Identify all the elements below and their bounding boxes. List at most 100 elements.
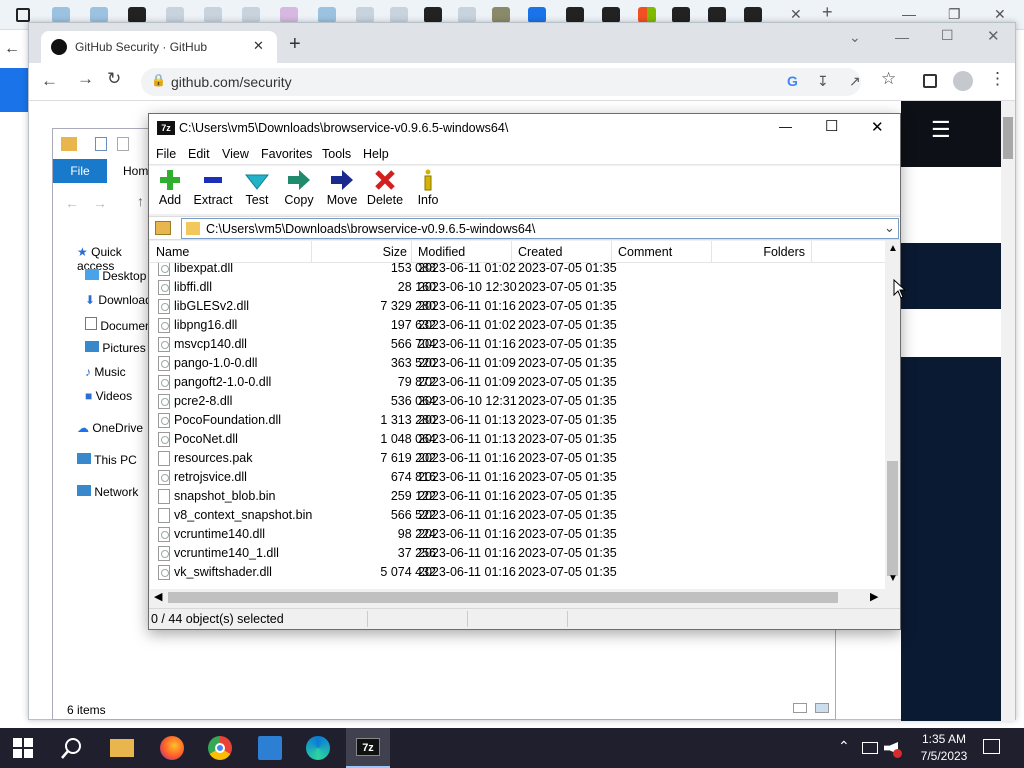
chrome-scrollbar-thumb[interactable] bbox=[1003, 117, 1013, 159]
tab-favicon-icon[interactable] bbox=[166, 7, 184, 23]
chrome-tab-close-icon[interactable]: ✕ bbox=[253, 38, 264, 54]
nav-item-music[interactable]: ♪ Music bbox=[85, 365, 126, 379]
file-row[interactable]: msvcp140.dll 566 704 2023-06-11 01:16 2023-… bbox=[150, 335, 885, 354]
back-arrow-icon[interactable]: ← bbox=[41, 71, 58, 91]
lock-icon[interactable]: 🔒 bbox=[151, 73, 166, 87]
7zip-maximize-icon[interactable]: ☐ bbox=[825, 117, 838, 135]
path-combobox[interactable]: C:\Users\vm5\Downloads\browservice-v0.9.… bbox=[181, 218, 899, 239]
reload-icon[interactable]: ↻ bbox=[107, 69, 121, 89]
file-row[interactable]: v8_context_snapshot.bin 566 522 2023-06-11… bbox=[150, 506, 885, 525]
notifications-icon[interactable] bbox=[983, 739, 1000, 754]
tab-favicon-icon[interactable] bbox=[424, 7, 442, 23]
nav-item-videos[interactable]: ■ Videos bbox=[85, 389, 132, 403]
path-dropdown-icon[interactable]: ⌄ bbox=[884, 220, 895, 236]
tab-favicon-icon[interactable] bbox=[128, 7, 146, 23]
chrome-tab-github-security[interactable]: GitHub Security · GitHub ✕ bbox=[41, 31, 277, 63]
taskbar-clock[interactable]: 1:35 AM 7/5/2023 bbox=[904, 731, 984, 765]
tab-favicon-icon[interactable] bbox=[280, 7, 298, 23]
copy-button[interactable]: Copy bbox=[276, 168, 322, 212]
path-text[interactable]: C:\Users\vm5\Downloads\browservice-v0.9.… bbox=[206, 222, 535, 236]
7zip-close-icon[interactable]: ✕ bbox=[871, 118, 884, 136]
tab-favicon-icon[interactable] bbox=[528, 7, 546, 23]
file-row[interactable]: retrojsvice.dll 674 816 2023-06-11 01:16 20… bbox=[150, 468, 885, 487]
menu-tools[interactable]: Tools bbox=[322, 147, 351, 161]
chrome-icon[interactable] bbox=[208, 736, 232, 760]
network-tray-icon[interactable] bbox=[862, 742, 878, 754]
tab-favicon-icon[interactable] bbox=[318, 7, 336, 23]
chrome-new-tab-icon[interactable]: + bbox=[289, 33, 301, 56]
share-icon[interactable]: ↗ bbox=[849, 73, 861, 90]
tab-favicon-icon[interactable] bbox=[492, 7, 510, 23]
file-row[interactable]: pcre2-8.dll 536 064 2023-06-10 12:31 2023-0… bbox=[150, 392, 885, 411]
tab-favicon-icon[interactable] bbox=[242, 7, 260, 23]
file-row[interactable]: libffi.dll 28 160 2023-06-10 12:30 2023-07-… bbox=[150, 278, 885, 297]
7zip-titlebar[interactable]: 7z C:\Users\vm5\Downloads\browservice-v0… bbox=[149, 114, 900, 144]
add-button[interactable]: Add bbox=[147, 168, 193, 212]
move-button[interactable]: Move bbox=[319, 168, 365, 212]
outer-new-tab-icon[interactable]: + bbox=[822, 2, 833, 23]
github-hamburger-icon[interactable]: ☰ bbox=[931, 117, 951, 143]
menu-favorites[interactable]: Favorites bbox=[261, 147, 312, 161]
install-app-icon[interactable]: ↧ bbox=[817, 73, 829, 90]
chrome-tab-search-icon[interactable]: ⌄ bbox=[849, 29, 861, 46]
delete-button[interactable]: Delete bbox=[362, 168, 408, 212]
tab-favicon-icon[interactable] bbox=[708, 7, 726, 23]
outer-minimize-icon[interactable]: — bbox=[902, 6, 916, 22]
scroll-right-icon[interactable]: ▶ bbox=[870, 590, 878, 603]
file-row[interactable]: snapshot_blob.bin 259 122 2023-06-11 01:16… bbox=[150, 487, 885, 506]
nav-item-desktop[interactable]: Desktop bbox=[85, 269, 146, 283]
profile-avatar-icon[interactable] bbox=[953, 71, 973, 91]
tab-favicon-icon[interactable] bbox=[458, 7, 476, 23]
scroll-left-icon[interactable]: ◀ bbox=[154, 590, 162, 603]
file-list[interactable]: libexpat.dll 153 088 2023-06-11 01:02 2023-… bbox=[150, 241, 899, 589]
side-panel-icon[interactable] bbox=[923, 74, 937, 88]
omnibox-url[interactable]: github.com/security bbox=[171, 74, 292, 90]
column-comment[interactable]: Comment bbox=[612, 241, 712, 263]
file-list-horizontal-scrollbar[interactable]: ◀ ▶ bbox=[150, 589, 899, 606]
search-icon[interactable] bbox=[60, 736, 84, 760]
edge-icon[interactable] bbox=[306, 736, 330, 760]
file-row[interactable]: libGLESv2.dll 7 329 280 2023-06-11 01:16 20… bbox=[150, 297, 885, 316]
outer-tab-close-icon[interactable]: ✕ bbox=[790, 6, 802, 23]
details-view-icon[interactable] bbox=[793, 703, 807, 713]
info-button[interactable]: Info bbox=[405, 168, 451, 212]
file-row[interactable]: vcruntime140_1.dll 37 256 2023-06-11 01:16… bbox=[150, 544, 885, 563]
tab-favicon-icon[interactable] bbox=[638, 7, 656, 23]
file-row[interactable]: PocoFoundation.dll 1 313 280 2023-06-11 01… bbox=[150, 411, 885, 430]
explorer-file-tab[interactable]: File bbox=[53, 159, 107, 183]
tab-actions-icon[interactable] bbox=[16, 8, 30, 22]
7zip-minimize-icon[interactable]: — bbox=[779, 119, 792, 134]
tab-favicon-icon[interactable] bbox=[602, 7, 620, 23]
tray-chevron-up-icon[interactable]: ⌃ bbox=[838, 738, 850, 755]
taskbar-7zip-active[interactable]: 7z bbox=[346, 728, 390, 768]
nav-item-pictures[interactable]: Pictures bbox=[85, 341, 146, 355]
tab-favicon-icon[interactable] bbox=[90, 7, 108, 23]
tab-favicon-icon[interactable] bbox=[356, 7, 374, 23]
outer-close-icon[interactable]: ✕ bbox=[994, 6, 1006, 23]
google-lens-icon[interactable]: G bbox=[787, 73, 798, 89]
menu-file[interactable]: File bbox=[156, 147, 176, 161]
chrome-minimize-icon[interactable]: — bbox=[895, 29, 909, 45]
file-row[interactable]: resources.pak 7 619 202 2023-06-11 01:16 20… bbox=[150, 449, 885, 468]
column-size[interactable]: Size bbox=[312, 241, 412, 263]
nav-item-downloads[interactable]: ⬇ Downloads bbox=[85, 293, 158, 307]
outer-maximize-icon[interactable]: ❐ bbox=[948, 6, 961, 23]
nav-item-network[interactable]: Network bbox=[77, 485, 138, 499]
file-explorer-icon[interactable] bbox=[110, 739, 134, 757]
file-row[interactable]: pango-1.0-0.dll 363 520 2023-06-11 01:09 20… bbox=[150, 354, 885, 373]
scroll-up-icon[interactable]: ▲ bbox=[888, 243, 898, 254]
start-icon[interactable] bbox=[13, 738, 37, 762]
up-folder-icon[interactable] bbox=[155, 221, 171, 235]
tab-favicon-icon[interactable] bbox=[566, 7, 584, 23]
column-name[interactable]: Name bbox=[150, 241, 312, 263]
file-row[interactable]: pangoft2-1.0-0.dll 79 872 2023-06-11 01:09… bbox=[150, 373, 885, 392]
tab-favicon-icon[interactable] bbox=[390, 7, 408, 23]
tab-favicon-icon[interactable] bbox=[744, 7, 762, 23]
nav-item-onedrive[interactable]: ☁ OneDrive bbox=[77, 421, 143, 435]
chrome-page-scrollbar[interactable] bbox=[1001, 101, 1015, 721]
column-folders[interactable]: Folders bbox=[712, 241, 812, 263]
large-icons-view-icon[interactable] bbox=[815, 703, 829, 713]
explorer-up-icon[interactable]: ↑ bbox=[137, 193, 144, 209]
test-button[interactable]: Test bbox=[234, 168, 280, 212]
file-row[interactable]: vcruntime140.dll 98 224 2023-06-11 01:16 20… bbox=[150, 525, 885, 544]
